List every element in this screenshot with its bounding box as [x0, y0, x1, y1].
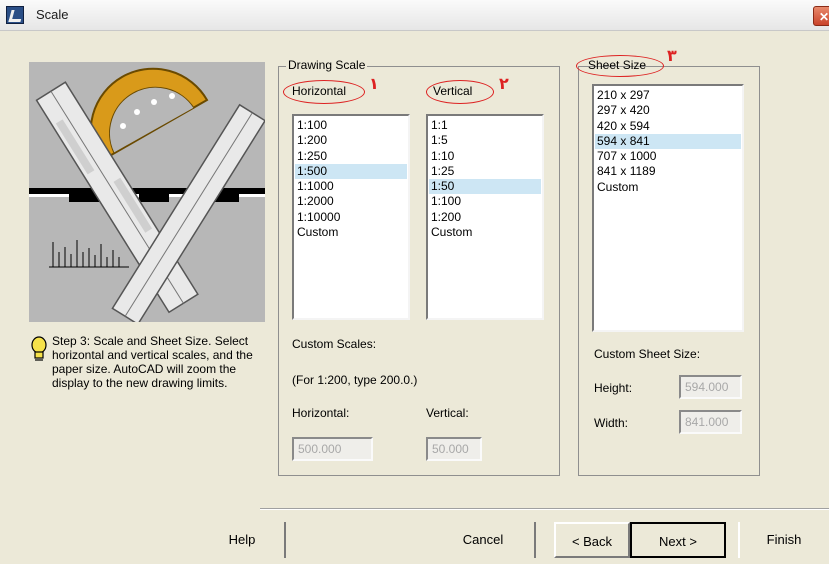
- annotation-number-2: ٢: [499, 74, 509, 93]
- window-title: Scale: [36, 7, 69, 22]
- custom-vertical-scale-input[interactable]: 50.000: [426, 437, 482, 461]
- drawing-scale-title: Drawing Scale: [286, 58, 368, 72]
- sheet-size-list[interactable]: 210 x 297 297 x 420 420 x 594 594 x 841 …: [592, 84, 744, 332]
- height-label: Height:: [594, 381, 633, 395]
- lightbulb-icon: [31, 336, 47, 361]
- list-item[interactable]: 1:10: [429, 149, 541, 164]
- list-item[interactable]: 1:25: [429, 164, 541, 179]
- finish-button[interactable]: Finish: [738, 522, 828, 558]
- list-item[interactable]: 1:1000: [295, 179, 407, 194]
- width-label: Width:: [594, 416, 629, 430]
- list-item[interactable]: 1:10000: [295, 210, 407, 225]
- list-item[interactable]: 1:100: [429, 194, 541, 209]
- horizontal-field-label: Horizontal:: [292, 406, 350, 420]
- cancel-button[interactable]: Cancel: [432, 522, 536, 558]
- custom-scale-example-text: (For 1:200, type 200.0.): [292, 373, 418, 387]
- list-item-selected[interactable]: 594 x 841: [595, 133, 741, 150]
- custom-scales-label: Custom Scales:: [292, 337, 377, 351]
- close-button[interactable]: ✕: [813, 6, 829, 26]
- list-item[interactable]: Custom: [295, 225, 407, 240]
- vertical-scale-list[interactable]: 1:1 1:5 1:10 1:25 1:50 1:100 1:200 Custo…: [426, 114, 544, 320]
- list-item-selected[interactable]: 1:500: [295, 163, 407, 180]
- list-item[interactable]: Custom: [429, 225, 541, 240]
- list-item[interactable]: 1:5: [429, 133, 541, 148]
- list-item[interactable]: 297 x 420: [595, 103, 741, 118]
- step-hint-text: Step 3: Scale and Sheet Size. Select hor…: [52, 334, 253, 390]
- list-item[interactable]: 841 x 1189: [595, 164, 741, 179]
- custom-sheet-size-label: Custom Sheet Size:: [594, 347, 701, 361]
- button-row-separator: [260, 508, 829, 510]
- list-item[interactable]: 707 x 1000: [595, 149, 741, 164]
- horizontal-scale-list[interactable]: 1:100 1:200 1:250 1:500 1:1000 1:2000 1:…: [292, 114, 410, 320]
- list-item[interactable]: 1:250: [295, 149, 407, 164]
- autocad-app-icon: [6, 6, 24, 24]
- sheet-height-input[interactable]: 594.000: [679, 375, 742, 399]
- sheet-width-input[interactable]: 841.000: [679, 410, 742, 434]
- annotation-number-3: ٣: [667, 46, 677, 65]
- list-item[interactable]: 1:200: [295, 133, 407, 148]
- list-item[interactable]: 1:200: [429, 210, 541, 225]
- list-item[interactable]: 420 x 594: [595, 119, 741, 134]
- scale-illustration: [29, 62, 265, 322]
- vertical-list-header: Vertical: [433, 84, 473, 98]
- list-item[interactable]: 1:100: [295, 118, 407, 133]
- sheet-size-title: Sheet Size: [588, 58, 647, 72]
- custom-horizontal-scale-input[interactable]: 500.000: [292, 437, 373, 461]
- list-item[interactable]: 1:2000: [295, 194, 407, 209]
- back-button[interactable]: < Back: [554, 522, 630, 558]
- annotation-number-1: ١: [369, 74, 379, 93]
- next-button[interactable]: Next >: [630, 522, 726, 558]
- horizontal-list-header: Horizontal: [292, 84, 347, 98]
- list-item[interactable]: Custom: [595, 180, 741, 195]
- list-item[interactable]: 210 x 297: [595, 88, 741, 103]
- list-item[interactable]: 1:1: [429, 118, 541, 133]
- help-button[interactable]: Help: [200, 522, 286, 558]
- title-bar: Scale ✕: [0, 0, 829, 31]
- scale-ruler-protractor-icon: [29, 62, 265, 322]
- list-item-selected[interactable]: 1:50: [429, 179, 541, 195]
- vertical-field-label: Vertical:: [426, 406, 469, 420]
